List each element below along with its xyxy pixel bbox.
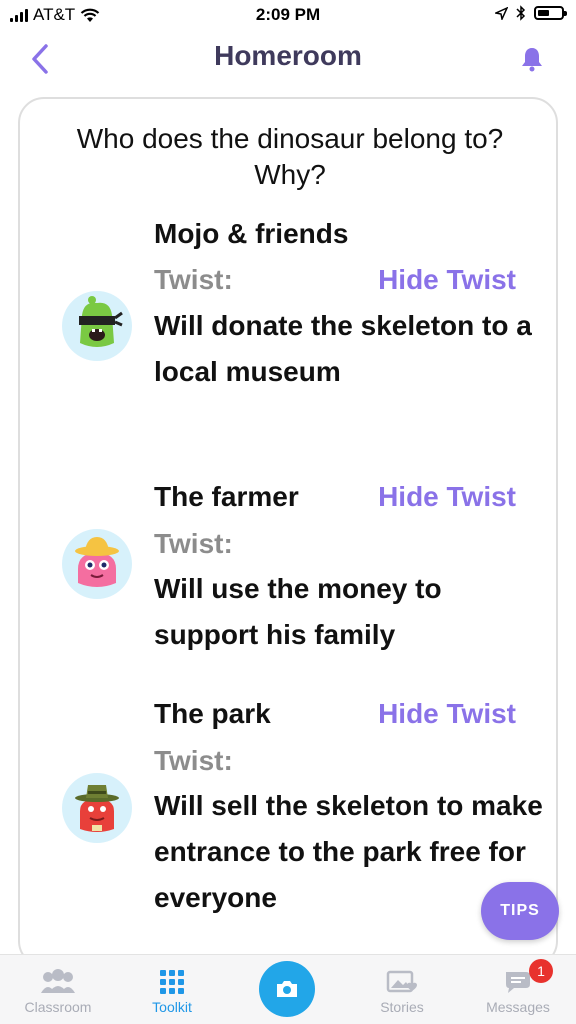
tab-classroom[interactable]: Classroom (10, 955, 106, 1024)
item-name: Mojo & friends (154, 218, 349, 249)
bell-icon[interactable] (520, 46, 544, 72)
status-right (495, 5, 567, 21)
twist-label: Twist: (154, 264, 233, 295)
twist-text: Will donate the skeleton to a local muse… (154, 310, 532, 387)
item-name: The park (154, 698, 271, 729)
status-bar: AT&T 2:09 PM (0, 0, 576, 32)
twist-label: Twist: (154, 745, 233, 776)
tab-toolkit[interactable]: Toolkit (124, 955, 220, 1024)
question-text: Who does the dinosaur belong to? Why? (76, 123, 504, 190)
toolkit-grid-icon (160, 970, 184, 994)
status-time: 2:09 PM (255, 5, 321, 24)
camera-button[interactable] (259, 961, 315, 1017)
battery-icon (534, 6, 567, 20)
location-arrow-icon (495, 6, 508, 20)
page-title: Homeroom (214, 40, 362, 71)
tab-stories[interactable]: Stories (354, 955, 450, 1024)
prompt-card: Who does the dinosaur belong to? Why? Mo… (18, 97, 558, 967)
tab-label: Stories (380, 999, 424, 1015)
bluetooth-icon (516, 5, 526, 21)
hide-twist-button[interactable]: Hide Twist (378, 480, 516, 514)
twist-label: Twist: (154, 528, 233, 559)
messages-badge: 1 (529, 959, 553, 983)
tab-bar: Classroom Toolkit Stories Messages (0, 954, 576, 1024)
nav-bar: Homeroom (0, 32, 576, 88)
twist-text: Will use the money to support his family (154, 573, 442, 650)
tips-button[interactable]: TIPS (481, 882, 559, 940)
classroom-icon (41, 969, 75, 993)
farmer-monster-icon (62, 529, 132, 599)
hide-twist-button[interactable]: Hide Twist (378, 697, 516, 731)
tab-label: Classroom (24, 999, 92, 1015)
stories-icon (386, 970, 417, 993)
tab-label: Toolkit (152, 999, 192, 1015)
mojo-monster-icon (62, 291, 132, 361)
ranger-monster-icon (62, 773, 132, 843)
tab-label: Messages (486, 999, 550, 1015)
camera-icon (277, 981, 297, 997)
item-name: The farmer (154, 481, 299, 512)
hide-twist-button[interactable]: Hide Twist (378, 263, 516, 297)
